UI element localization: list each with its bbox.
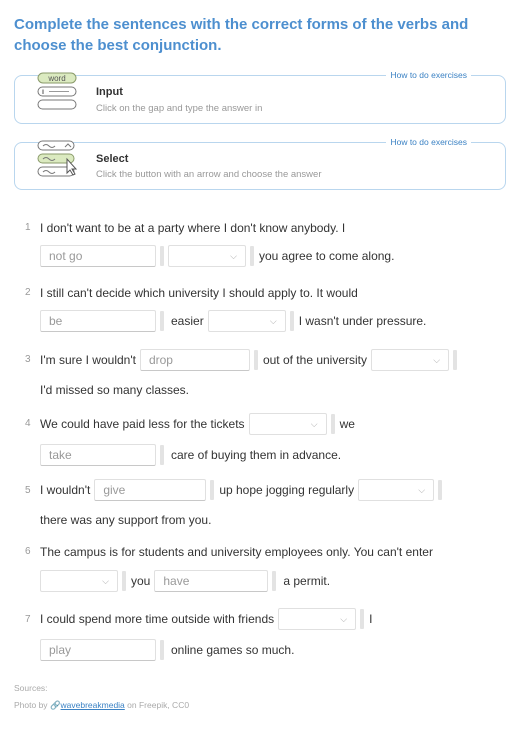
conjunction-select[interactable]: ⌵ [248,413,327,435]
exercise-number: 5 [25,485,31,496]
chevron-down-icon: ⌵ [102,576,109,586]
exercise-number: 4 [25,418,31,429]
answer-input[interactable]: not go [40,245,156,267]
select-hint-box: How to do exercises Select Click the but… [14,137,506,190]
select-hint-title: Select [96,153,129,165]
input-hint-box: How to do exercises word Input Click on … [14,70,506,124]
author-link[interactable]: wavebreakmedia [61,700,125,710]
sentence-text: I'd missed so many classes. [40,383,190,397]
chevron-down-icon: ⌵ [418,485,426,495]
sentence-text: you [131,574,151,588]
photo-credit: Photo by 🔗wavebreakmedia on Freepik, CC0 [14,700,189,711]
answer-input[interactable]: drop [139,349,250,371]
answer-input[interactable]: be [40,310,156,332]
sentence-text: out of the university [262,353,368,367]
sentence-text: care of buying them in advance. [171,448,342,462]
sentence-text: online games so much. [171,643,295,657]
sentence-text: We could have paid less for the tickets [40,417,245,431]
chevron-down-icon: ⌵ [230,251,237,261]
select-hint-desc: Click the button with an arrow and choos… [96,169,322,180]
chevron-down-icon: ⌵ [433,355,441,365]
conjunction-select[interactable]: ⌵ [168,245,246,267]
sentence-text: a permit. [283,574,331,588]
exercise-number: 2 [25,287,31,298]
input-hint-title: Input [96,86,123,98]
sentence-text: I wasn't under pressure. [298,314,427,328]
conjunction-select[interactable]: ⌵ [40,570,118,592]
sentence-text: you agree to come along. [259,249,395,263]
exercise-number: 7 [25,614,31,625]
sentence-text: The campus is for students and universit… [40,545,433,559]
license-text: on Freepik, CC0 [127,700,190,710]
chevron-down-icon: ⌵ [310,419,318,429]
input-method-icon: word [37,72,79,119]
exercise-number: 1 [25,222,31,233]
exercise-title: Complete the sentences with the correct … [14,16,469,54]
conjunction-select[interactable]: ⌵ [207,310,286,332]
sentence-text: we [339,417,355,431]
input-hint-desc: Click on the gap and type the answer in [96,103,263,114]
chevron-down-icon: ⌵ [340,614,348,624]
sentence-text: I wouldn't [40,483,91,497]
sentence-text: there was any support from you. [40,513,212,527]
link-icon: 🔗 [49,700,61,710]
sentence-text: I'm sure I wouldn't [40,353,136,367]
chevron-down-icon: ⌵ [269,316,277,326]
how-to-link-input[interactable]: How to do exercises [386,70,471,80]
svg-text:word: word [47,74,65,83]
sentence-text: I [369,612,373,626]
conjunction-select[interactable]: ⌵ [278,608,357,630]
sentence-text: I could spend more time outside with fri… [40,612,275,626]
sources-label: Sources: [14,683,48,693]
how-to-link-select[interactable]: How to do exercises [386,137,471,147]
answer-input[interactable]: play [40,639,156,661]
answer-input[interactable]: take [40,444,156,466]
answer-input[interactable]: give [94,479,207,501]
sentence-text: easier [171,314,204,328]
photo-by-text: Photo by [14,700,48,710]
sentence-text: I still can't decide which university I … [40,286,358,300]
answer-input[interactable]: have [154,570,269,592]
exercise-number: 6 [25,546,31,557]
exercise-number: 3 [25,354,31,365]
select-method-icon [37,139,79,188]
conjunction-select[interactable]: ⌵ [371,349,450,371]
sentence-text: I don't want to be at a party where I do… [40,221,346,235]
sentence-text: up hope jogging regularly [219,483,355,497]
conjunction-select[interactable]: ⌵ [358,479,435,501]
